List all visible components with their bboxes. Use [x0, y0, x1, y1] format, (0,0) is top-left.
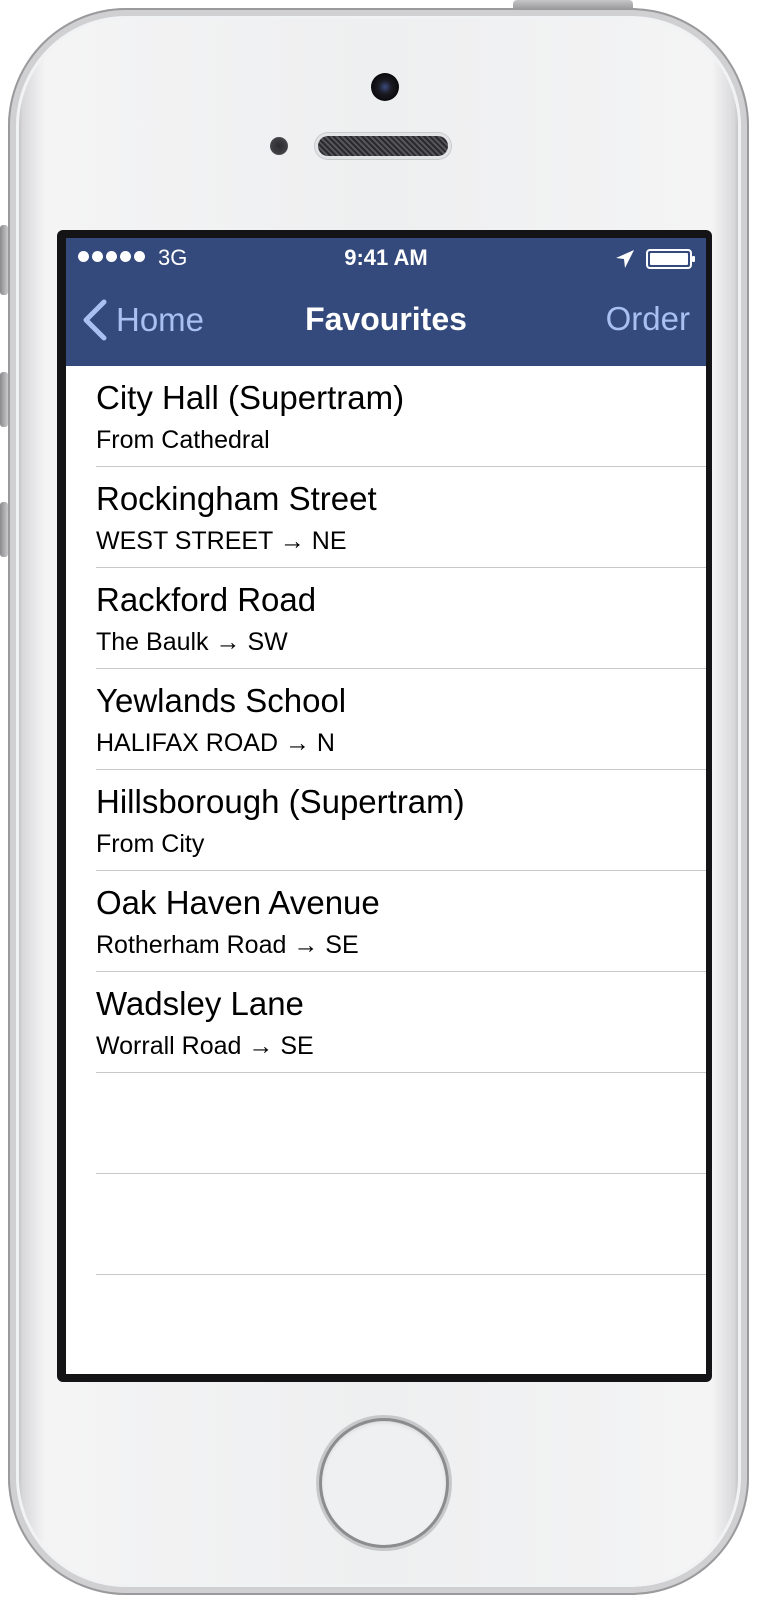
list-item[interactable]: Yewlands School HALIFAX ROAD → N	[66, 669, 706, 770]
status-bar: 3G 9:41 AM	[66, 238, 706, 278]
list-item-title: Rackford Road	[96, 581, 317, 618]
empty-row	[66, 1174, 706, 1275]
favourites-list: City Hall (Supertram) From Cathedral Roc…	[66, 366, 706, 1275]
list-item-title: Rockingham Street	[96, 480, 377, 517]
volume-down-button	[0, 502, 8, 557]
list-item-subtitle: From Cathedral	[96, 426, 270, 454]
front-camera-icon	[371, 73, 399, 101]
list-item[interactable]: Wadsley Lane Worrall Road → SE	[66, 972, 706, 1073]
volume-up-button	[0, 372, 8, 427]
list-item[interactable]: Rackford Road The Baulk → SW	[66, 568, 706, 669]
home-button[interactable]	[319, 1418, 449, 1548]
list-item-title: City Hall (Supertram)	[96, 379, 405, 416]
list-item-title: Wadsley Lane	[96, 985, 304, 1022]
battery-icon	[646, 249, 695, 269]
earpiece-speaker-icon	[318, 136, 448, 156]
list-item-subtitle: HALIFAX ROAD → N	[96, 729, 335, 757]
screen: 3G 9:41 AM Home Favourites Order City Ha…	[66, 238, 706, 1374]
status-time: 9:41 AM	[344, 245, 428, 270]
list-item[interactable]: City Hall (Supertram) From Cathedral	[66, 366, 706, 467]
list-item-subtitle: Worrall Road → SE	[96, 1032, 314, 1060]
list-item-title: Hillsborough (Supertram)	[96, 783, 465, 820]
list-item-subtitle: The Baulk → SW	[96, 628, 288, 656]
order-button[interactable]: Order	[606, 299, 690, 339]
empty-row	[66, 1073, 706, 1174]
location-arrow-icon	[616, 250, 634, 268]
list-item-subtitle: WEST STREET → NE	[96, 527, 347, 555]
proximity-sensor-icon	[270, 137, 288, 155]
list-item[interactable]: Hillsborough (Supertram) From City	[66, 770, 706, 871]
list-item[interactable]: Rockingham Street WEST STREET → NE	[66, 467, 706, 568]
list-item-subtitle: Rotherham Road → SE	[96, 931, 359, 959]
mute-switch	[0, 225, 8, 295]
power-button	[513, 0, 633, 9]
list-item-title: Oak Haven Avenue	[96, 884, 380, 921]
list-item[interactable]: Oak Haven Avenue Rotherham Road → SE	[66, 871, 706, 972]
navigation-bar: 3G 9:41 AM Home Favourites Order	[66, 238, 706, 366]
list-item-title: Yewlands School	[96, 682, 347, 719]
list-item-subtitle: From City	[96, 830, 205, 858]
